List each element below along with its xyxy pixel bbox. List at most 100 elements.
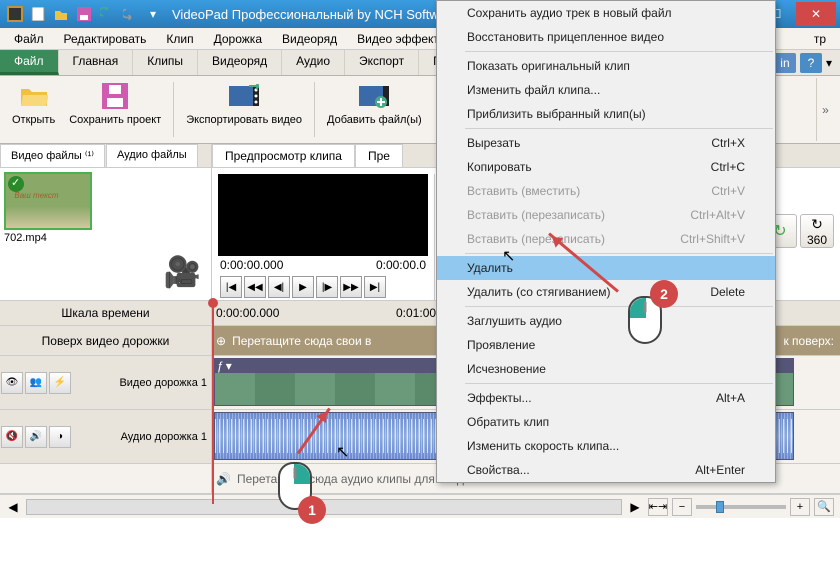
add-file-icon — [358, 80, 390, 112]
zoom-in-icon[interactable]: + — [790, 498, 810, 516]
track-speaker-icon[interactable]: 🔊 — [25, 426, 47, 448]
help-icon[interactable]: ? — [800, 53, 822, 73]
scroll-right-icon[interactable]: ▶ — [628, 500, 642, 514]
app-icon[interactable] — [4, 3, 26, 25]
context-item-label: Заглушить аудио — [467, 314, 562, 328]
zoom-search-icon[interactable]: 🔍 — [814, 498, 834, 516]
menu-cutoff[interactable]: тр — [804, 30, 836, 47]
context-item-8[interactable]: КопироватьCtrl+C — [437, 155, 775, 179]
scroll-left-icon[interactable]: ◀ — [6, 500, 20, 514]
context-item-shortcut: Ctrl+C — [711, 160, 745, 174]
clip-chevron-icon[interactable]: ▾ — [226, 359, 232, 373]
overlay-hint-right: к поверх: — [783, 334, 840, 348]
context-item-0[interactable]: Сохранить аудио трек в новый файл — [437, 1, 775, 25]
context-item-1[interactable]: Восстановить прицепленное видео — [437, 25, 775, 49]
tab-file[interactable]: Файл — [0, 50, 59, 75]
qat-new-icon[interactable] — [27, 3, 49, 25]
context-item-23[interactable]: Свойства... Alt+Enter — [437, 458, 775, 482]
ribbon-export[interactable]: Экспортировать видео — [180, 78, 308, 141]
media-clip-item[interactable]: Ваш текст 702.mp4 — [4, 172, 94, 244]
qat-open-icon[interactable] — [50, 3, 72, 25]
zoom-slider[interactable] — [696, 505, 786, 509]
playhead[interactable] — [212, 304, 214, 504]
context-item-17[interactable]: Проявление — [437, 333, 775, 357]
tab-audio[interactable]: Аудио — [282, 50, 345, 75]
context-item-shortcut: Alt+Enter — [695, 463, 745, 477]
transport-end-icon[interactable]: ▶| — [364, 276, 386, 298]
context-item-shortcut: Ctrl+Alt+V — [690, 208, 745, 222]
transport-rewind-icon[interactable]: ◀◀ — [244, 276, 266, 298]
qat-save-icon[interactable] — [73, 3, 95, 25]
menu-edit[interactable]: Редактировать — [54, 30, 157, 47]
ribbon-save[interactable]: Сохранить проект — [63, 78, 167, 141]
context-item-shortcut: Ctrl+V — [711, 184, 745, 198]
close-button[interactable]: ✕ — [796, 2, 836, 26]
zoom-slider-knob[interactable] — [716, 501, 724, 513]
ruler-tick: 0:00:00.000 — [216, 306, 396, 320]
track-fx-icon[interactable]: ⚡ — [49, 372, 71, 394]
bin-list: Ваш текст 702.mp4 — [0, 168, 211, 248]
context-item-3[interactable]: Показать оригинальный клип — [437, 54, 775, 78]
transport-prev-frame-icon[interactable]: ◀| — [268, 276, 290, 298]
transport-forward-icon[interactable]: ▶▶ — [340, 276, 362, 298]
context-item-4[interactable]: Изменить файл клипа... — [437, 78, 775, 102]
qat-redo-icon[interactable] — [119, 3, 141, 25]
tab-home[interactable]: Главная — [59, 50, 134, 75]
context-item-20[interactable]: Эффекты...Alt+A — [437, 386, 775, 410]
menu-track[interactable]: Дорожка — [204, 30, 272, 47]
context-item-11: Вставить (перезаписать)Ctrl+Shift+V — [437, 227, 775, 251]
context-item-13[interactable]: Удалить — [437, 256, 775, 280]
op-360-icon[interactable]: ↻360 — [800, 214, 834, 248]
track-people-icon[interactable]: 👥 — [25, 372, 47, 394]
zoom-fit-icon[interactable]: ⇤⇥ — [648, 498, 668, 516]
timeline-scale-label: Шкала времени — [0, 302, 212, 324]
quick-access-toolbar: ▾ — [4, 3, 164, 25]
timecode-end: 0:00:00.0 — [376, 258, 426, 272]
context-item-label: Свойства... — [467, 463, 530, 477]
track-mute-icon[interactable]: 🔇 — [1, 426, 23, 448]
track-solo-icon[interactable]: ◑ — [49, 426, 71, 448]
ribbon-overflow-icon[interactable]: » — [816, 78, 834, 141]
context-item-21[interactable]: Обратить клип — [437, 410, 775, 434]
track-visibility-icon[interactable]: 👁 — [1, 372, 23, 394]
menu-file[interactable]: Файл — [4, 30, 54, 47]
bin-tab-audio[interactable]: Аудио файлы — [106, 144, 198, 167]
qat-dropdown-icon[interactable]: ▾ — [142, 3, 164, 25]
linkedin-icon[interactable]: in — [774, 53, 796, 73]
ribbon-open[interactable]: Открыть — [6, 78, 61, 141]
tab-sequence[interactable]: Видеоряд — [198, 50, 282, 75]
context-item-label: Удалить — [467, 261, 513, 275]
preview-video-area: 0:00:00.000 0:00:00.0 |◀ ◀◀ ◀| ▶ |▶ ▶▶ ▶… — [218, 174, 428, 300]
context-item-label: Показать оригинальный клип — [467, 59, 630, 73]
context-item-7[interactable]: ВырезатьCtrl+X — [437, 131, 775, 155]
video-track-head: 👁 👥 ⚡ Видео дорожка 1 — [0, 356, 212, 409]
video-track-label: Видео дорожка 1 — [119, 377, 211, 389]
clip-fx-icon[interactable]: ƒ — [217, 359, 224, 373]
camera-icon: 🎥 — [164, 255, 201, 290]
menu-sequence[interactable]: Видеоряд — [272, 30, 347, 47]
video-screen[interactable] — [218, 174, 428, 256]
tab-export[interactable]: Экспорт — [345, 50, 419, 75]
context-item-5[interactable]: Приблизить выбранный клип(ы) — [437, 102, 775, 126]
context-item-22[interactable]: Изменить скорость клипа... — [437, 434, 775, 458]
bin-tab-video[interactable]: Видео файлы ⁽¹⁾ — [0, 144, 105, 167]
menu-clip[interactable]: Клип — [156, 30, 203, 47]
ribbon-add-file[interactable]: Добавить файл(ы) — [321, 78, 428, 141]
tab-clips[interactable]: Клипы — [133, 50, 198, 75]
transport-start-icon[interactable]: |◀ — [220, 276, 242, 298]
context-item-16[interactable]: Заглушить аудио — [437, 309, 775, 333]
preview-tab-clip[interactable]: Предпросмотр клипа — [212, 144, 355, 167]
context-menu: Сохранить аудио трек в новый файлВосстан… — [436, 0, 776, 483]
context-item-shortcut: Ctrl+Shift+V — [680, 232, 745, 246]
context-item-18[interactable]: Исчезновение — [437, 357, 775, 381]
ribbon-open-label: Открыть — [12, 114, 55, 126]
help-dropdown-icon[interactable]: ▾ — [826, 56, 832, 70]
badge-1: 1 — [298, 496, 326, 524]
transport-play-icon[interactable]: ▶ — [292, 276, 314, 298]
zoom-out-icon[interactable]: − — [672, 498, 692, 516]
window-title: VideoPad Профессиональный by NCH Softwar… — [172, 7, 458, 22]
preview-tab-seq[interactable]: Пре — [355, 144, 403, 167]
qat-undo-icon[interactable] — [96, 3, 118, 25]
transport-next-frame-icon[interactable]: |▶ — [316, 276, 338, 298]
timecode-start: 0:00:00.000 — [220, 258, 283, 272]
